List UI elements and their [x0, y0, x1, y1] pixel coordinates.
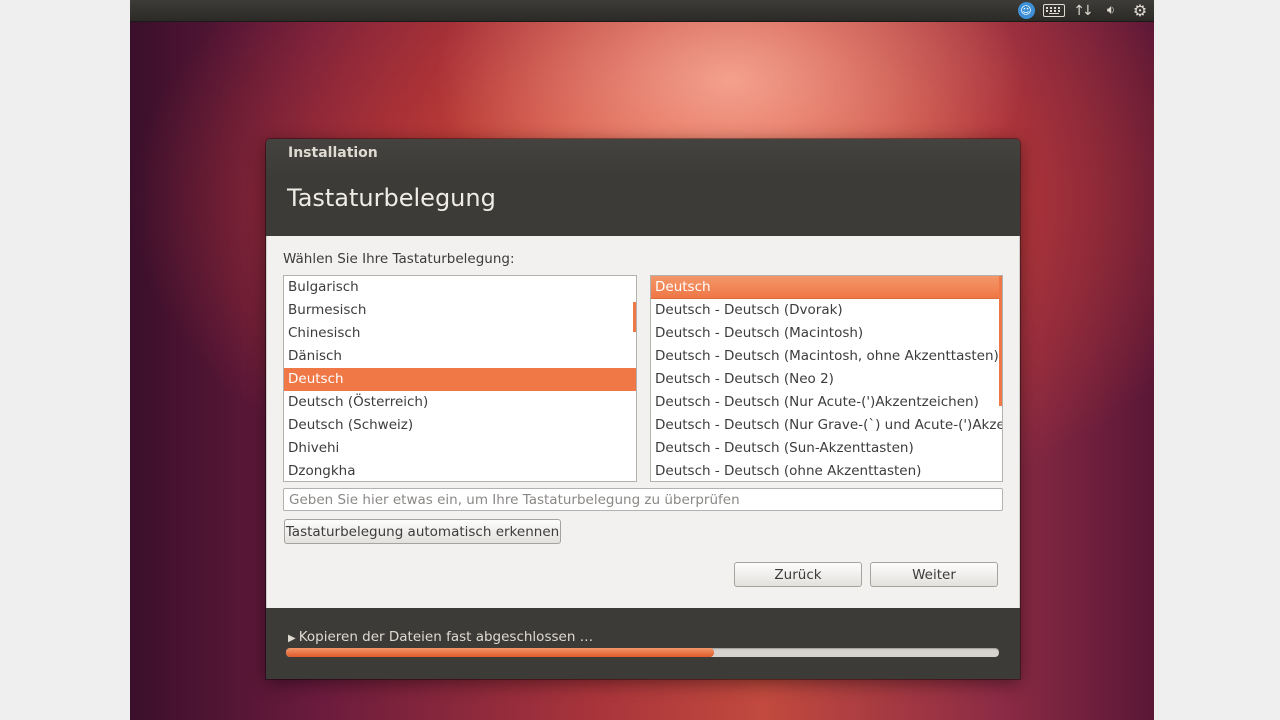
variant-item[interactable]: Deutsch - Deutsch (Neo 2)	[651, 368, 1002, 391]
language-item[interactable]: Deutsch (Schweiz)	[284, 414, 636, 437]
language-item[interactable]: Chinesisch	[284, 322, 636, 345]
language-item-selected[interactable]: Deutsch	[284, 368, 636, 391]
window-header: Installation Tastaturbelegung	[266, 139, 1020, 236]
language-item[interactable]: Burmesisch	[284, 299, 636, 322]
language-item[interactable]: Dzongkha	[284, 460, 636, 481]
layout-language-list[interactable]: Bulgarisch Burmesisch Chinesisch Dänisch…	[283, 275, 637, 482]
progress-status[interactable]: ▶ Kopieren der Dateien fast abgeschlossen…	[288, 629, 593, 645]
variant-item[interactable]: Deutsch - Deutsch (Macintosh, ohne Akzen…	[651, 345, 1002, 368]
variant-item[interactable]: Deutsch - Deutsch (Nur Acute-(')Akzentze…	[651, 391, 1002, 414]
variant-list-scrollbar[interactable]	[999, 276, 1002, 406]
back-button[interactable]: Zurück	[734, 562, 862, 587]
language-item[interactable]: Bulgarisch	[284, 276, 636, 299]
page-title: Tastaturbelegung	[287, 184, 496, 212]
layout-prompt-label: Wählen Sie Ihre Tastaturbelegung:	[283, 251, 515, 267]
progress-bar	[286, 648, 999, 657]
variant-item[interactable]: Deutsch - Deutsch (Sun-Akzenttasten)	[651, 437, 1002, 460]
keyboard-layout-panel: Wählen Sie Ihre Tastaturbelegung: Bulgar…	[266, 236, 1020, 608]
network-icon[interactable]: ↑↓	[1070, 1, 1094, 20]
keyboard-icon[interactable]	[1040, 1, 1068, 20]
variant-item[interactable]: Deutsch - Deutsch (ohne Akzenttasten)	[651, 460, 1002, 481]
layout-variant-list[interactable]: Deutsch Deutsch - Deutsch (Dvorak) Deuts…	[650, 275, 1003, 482]
variant-item[interactable]: Deutsch - Deutsch (Macintosh)	[651, 322, 1002, 345]
layout-test-input[interactable]	[283, 488, 1003, 511]
language-item[interactable]: Dänisch	[284, 345, 636, 368]
variant-item-selected[interactable]: Deutsch	[651, 276, 1002, 299]
window-title: Installation	[288, 145, 378, 161]
sound-icon[interactable]: 🔉︎	[1096, 1, 1126, 20]
expander-triangle-icon[interactable]: ▶	[288, 633, 296, 644]
progress-status-text: Kopieren der Dateien fast abgeschlossen …	[298, 629, 594, 645]
detect-layout-button[interactable]: Tastaturbelegung automatisch erkennen	[284, 519, 561, 544]
session-gear-icon[interactable]: ⚙︎	[1128, 1, 1152, 20]
top-panel: ☺ ↑↓ 🔉︎ ⚙︎	[130, 0, 1154, 22]
language-item[interactable]: Deutsch (Österreich)	[284, 391, 636, 414]
language-list-scrollbar[interactable]	[633, 302, 636, 332]
progress-footer: ▶ Kopieren der Dateien fast abgeschlossen…	[266, 608, 1020, 679]
installer-window: Installation Tastaturbelegung Wählen Sie…	[266, 139, 1020, 679]
variant-item[interactable]: Deutsch - Deutsch (Dvorak)	[651, 299, 1002, 322]
forward-button[interactable]: Weiter	[870, 562, 998, 587]
accessibility-icon[interactable]: ☺	[1014, 1, 1038, 20]
language-item[interactable]: Dhivehi	[284, 437, 636, 460]
progress-bar-fill	[286, 648, 714, 657]
variant-item[interactable]: Deutsch - Deutsch (Nur Grave-(`) und Acu…	[651, 414, 1002, 437]
